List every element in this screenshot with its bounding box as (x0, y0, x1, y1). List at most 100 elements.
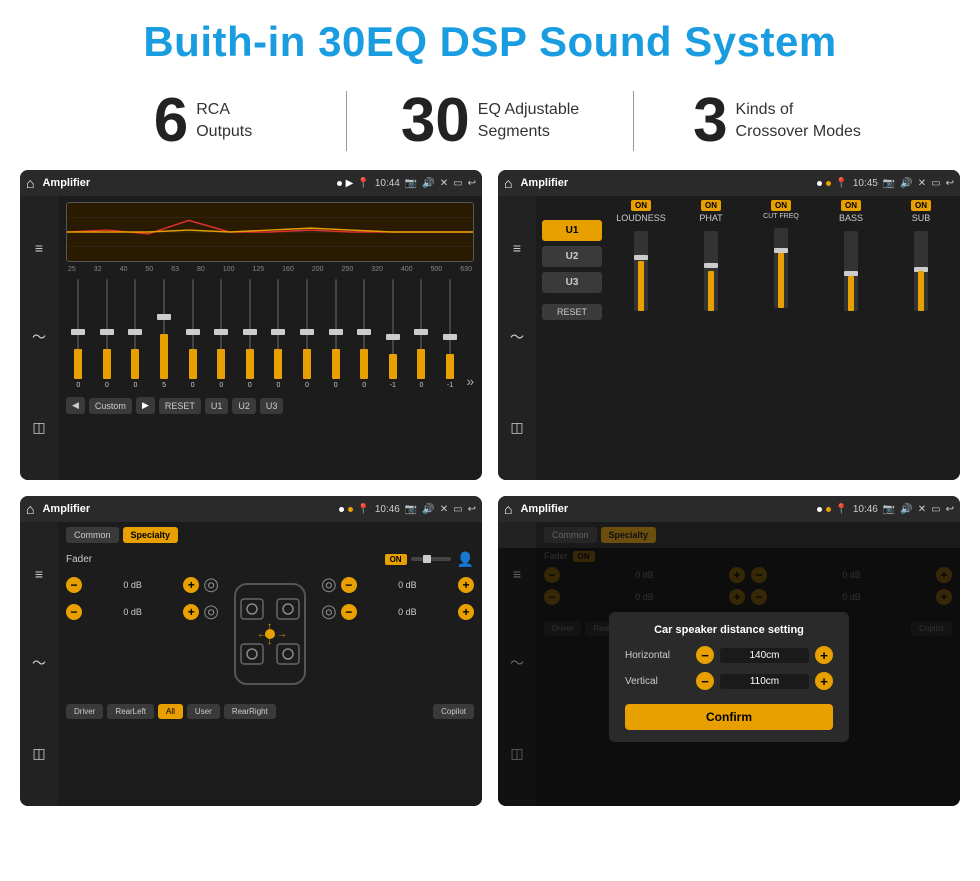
ch-cutfreq: ON CUT FREQ (748, 200, 814, 320)
eq-play-btn[interactable]: ▶ (136, 397, 155, 414)
fader-cols: − 0 dB + ◎ − 0 dB + ◎ (66, 574, 474, 694)
wifi-icon-1: ✕ (440, 178, 448, 189)
ch-slider-phat[interactable] (704, 231, 718, 311)
tab-specialty[interactable]: Specialty (123, 527, 179, 543)
sidebar-1: ≡ 〜 ◫ (20, 196, 58, 480)
fader-minus-1[interactable]: − (66, 577, 82, 593)
eq-slider-3[interactable]: 5 (152, 279, 177, 389)
eq-icon[interactable]: ≡ (35, 240, 43, 256)
fader-plus-1[interactable]: + (183, 577, 199, 593)
back-icon-4[interactable]: ↩ (946, 504, 954, 515)
back-icon-3[interactable]: ↩ (468, 504, 476, 515)
eq-slider-0[interactable]: 0 (66, 279, 91, 389)
btn-all[interactable]: All (158, 704, 183, 719)
dialog-plus-v[interactable]: + (815, 672, 833, 690)
eq-slider-8[interactable]: 0 (295, 279, 320, 389)
eq-icon-3[interactable]: ≡ (35, 566, 43, 582)
eq-bottom: ◀ Custom ▶ RESET U1 U2 U3 (66, 397, 474, 414)
screen-body-3: ≡ 〜 ◫ Common Specialty Fader ON (20, 522, 482, 806)
fader-minus-2[interactable]: − (66, 604, 82, 620)
on-toggle[interactable]: ON (385, 554, 407, 565)
eq-u1-btn[interactable]: U1 (205, 398, 229, 414)
feature-crossover: 3 Kinds of Crossover Modes (634, 90, 920, 152)
btn-rearright[interactable]: RearRight (224, 704, 276, 719)
fader-val-2: 0 dB (86, 607, 179, 617)
amp2-channels: ON LOUDNESS ON PHAT (608, 200, 954, 320)
eq-u3-btn[interactable]: U3 (260, 398, 284, 414)
back-icon-2[interactable]: ↩ (946, 178, 954, 189)
ch-slider-bass[interactable] (844, 231, 858, 311)
fader-plus-4[interactable]: + (458, 604, 474, 620)
btn-driver[interactable]: Driver (66, 704, 103, 719)
dialog-row-vertical: Vertical − 110cm + (625, 672, 833, 690)
speaker-circle-2: ◎ (203, 601, 219, 622)
on-badge-cutfreq: ON (771, 200, 791, 211)
fader-val-1: 0 dB (86, 580, 179, 590)
eq-slider-11[interactable]: -1 (381, 279, 406, 389)
feature-eq: 30 EQ Adjustable Segments (347, 90, 633, 152)
btn-user[interactable]: User (187, 704, 220, 719)
tab-common[interactable]: Common (66, 527, 119, 543)
speaker-icon-sidebar[interactable]: ◫ (32, 419, 45, 436)
wave-icon-3[interactable]: 〜 (32, 653, 46, 673)
fader-panel: Common Specialty Fader ON 👤 (58, 522, 482, 806)
eq-slider-10[interactable]: 0 (352, 279, 377, 389)
speaker-icon-3[interactable]: ◫ (32, 745, 45, 762)
eq-slider-2[interactable]: 0 (123, 279, 148, 389)
ch-slider-cutfreq[interactable] (774, 228, 788, 308)
status-dot-3a (339, 507, 344, 512)
location-icon-1: 📍 (357, 178, 369, 189)
svg-text:→: → (277, 629, 287, 640)
eq-reset-btn[interactable]: RESET (159, 398, 201, 414)
eq-slider-12[interactable]: 0 (409, 279, 434, 389)
eq-slider-9[interactable]: 0 (323, 279, 348, 389)
wave-icon-2[interactable]: 〜 (510, 327, 524, 347)
u2-preset[interactable]: U2 (542, 246, 602, 267)
fader-minus-4[interactable]: − (341, 604, 357, 620)
eq-more[interactable]: » (466, 373, 474, 389)
dialog-minus-v[interactable]: − (696, 672, 714, 690)
fader-tabs: Common Specialty (66, 527, 474, 543)
fader-plus-2[interactable]: + (183, 604, 199, 620)
eq-slider-7[interactable]: 0 (266, 279, 291, 389)
camera-icon-1: 📷 (405, 178, 417, 189)
eq-graph (66, 202, 474, 262)
dialog-plus-h[interactable]: + (815, 646, 833, 664)
home-icon-3[interactable]: ⌂ (26, 501, 34, 517)
wave-icon[interactable]: 〜 (32, 327, 46, 347)
reset-btn-2[interactable]: RESET (542, 304, 602, 320)
home-icon-2[interactable]: ⌂ (504, 175, 512, 191)
fader-plus-3[interactable]: + (458, 577, 474, 593)
u3-preset[interactable]: U3 (542, 272, 602, 293)
status-title-4: Amplifier (520, 503, 813, 515)
confirm-button[interactable]: Confirm (625, 704, 833, 730)
features-row: 6 RCA Outputs 30 EQ Adjustable Segments … (0, 80, 980, 170)
eq-slider-6[interactable]: 0 (238, 279, 263, 389)
home-icon-1[interactable]: ⌂ (26, 175, 34, 191)
ch-slider-loudness[interactable] (634, 231, 648, 311)
back-icon-1[interactable]: ↩ (468, 178, 476, 189)
status-icons-4: 📍 10:46 📷 🔊 ✕ ▭ ↩ (835, 504, 954, 515)
ch-slider-sub[interactable] (914, 231, 928, 311)
eq-slider-13[interactable]: -1 (438, 279, 463, 389)
speaker-icon-2[interactable]: ◫ (510, 419, 523, 436)
u1-preset[interactable]: U1 (542, 220, 602, 241)
wifi-icon-2: ✕ (918, 178, 926, 189)
eq-slider-1[interactable]: 0 (95, 279, 120, 389)
eq-custom-btn[interactable]: Custom (89, 398, 132, 414)
btn-copilot[interactable]: Copilot (433, 704, 474, 719)
screen-body-2: ≡ 〜 ◫ U1 U2 U3 RESET ON (498, 196, 960, 480)
home-icon-4[interactable]: ⌂ (504, 501, 512, 517)
eq-prev-btn[interactable]: ◀ (66, 397, 85, 414)
status-bar-1: ⌂ Amplifier ▶ 📍 10:44 📷 🔊 ✕ ▭ ↩ (20, 170, 482, 196)
btn-rearleft[interactable]: RearLeft (107, 704, 154, 719)
eq-slider-4[interactable]: 0 (180, 279, 205, 389)
dialog-minus-h[interactable]: − (696, 646, 714, 664)
user-icon-fader[interactable]: 👤 (457, 551, 474, 568)
on-badge-loudness: ON (631, 200, 651, 211)
fader-minus-3[interactable]: − (341, 577, 357, 593)
eq-icon-2[interactable]: ≡ (513, 240, 521, 256)
eq-slider-5[interactable]: 0 (209, 279, 234, 389)
eq-u2-btn[interactable]: U2 (232, 398, 256, 414)
status-bar-4: ⌂ Amplifier 📍 10:46 📷 🔊 ✕ ▭ ↩ (498, 496, 960, 522)
